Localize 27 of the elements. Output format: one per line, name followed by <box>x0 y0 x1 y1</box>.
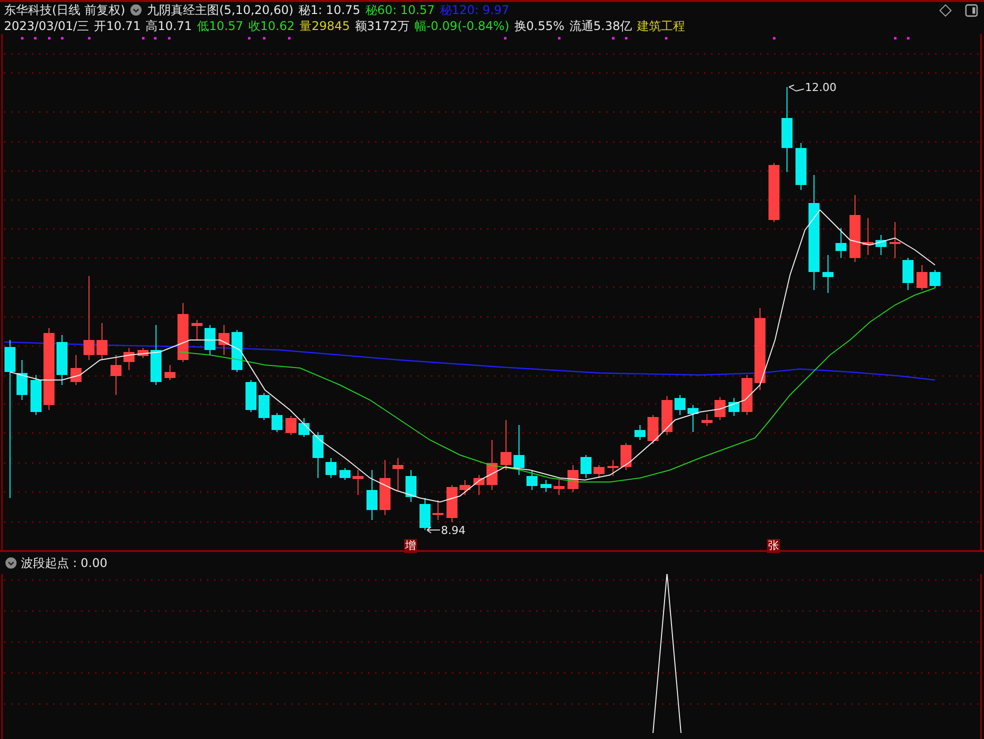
indicator-title: 波段起点 : 0.00 <box>21 554 108 572</box>
ma-reading: 秘60: 10.57 <box>365 2 435 18</box>
quote-field: 高10.71 <box>146 18 192 34</box>
ma-reading: 秘120: 9.97 <box>440 2 510 18</box>
quote-field: 开10.71 <box>94 18 141 34</box>
quote-field: 建筑工程 <box>637 18 686 34</box>
quote-field: 额3172万 <box>354 18 410 34</box>
price-label: 12.00 <box>805 81 836 94</box>
quote-field: 量29845 <box>300 18 350 34</box>
quote-field: 低10.57 <box>196 18 244 34</box>
quote-field: 2023/03/01/三 <box>4 18 90 34</box>
ma-reading: 秘1: 10.75 <box>298 2 360 18</box>
indicator-name: 九阴真经主图(5,10,20,60) <box>147 2 294 18</box>
diamond-icon[interactable] <box>939 4 952 16</box>
signal-tag: 增 <box>404 539 417 553</box>
collapse-icon[interactable] <box>130 4 142 16</box>
arrow-icon <box>788 84 804 92</box>
quote-field: 收10.62 <box>248 18 295 34</box>
signal-tag: 张 <box>767 539 780 553</box>
arrow-icon <box>426 526 440 534</box>
quote-field: 流通5.38亿 <box>569 18 632 34</box>
stock-title: 东华科技(日线 前复权) <box>4 2 126 18</box>
price-label: 8.94 <box>441 524 466 537</box>
quote-field: 幅-0.09(-0.84%) <box>414 18 510 34</box>
panel-toggle-icon[interactable] <box>965 4 978 16</box>
collapse-icon[interactable] <box>5 557 17 569</box>
quote-field: 换0.55% <box>514 18 564 34</box>
